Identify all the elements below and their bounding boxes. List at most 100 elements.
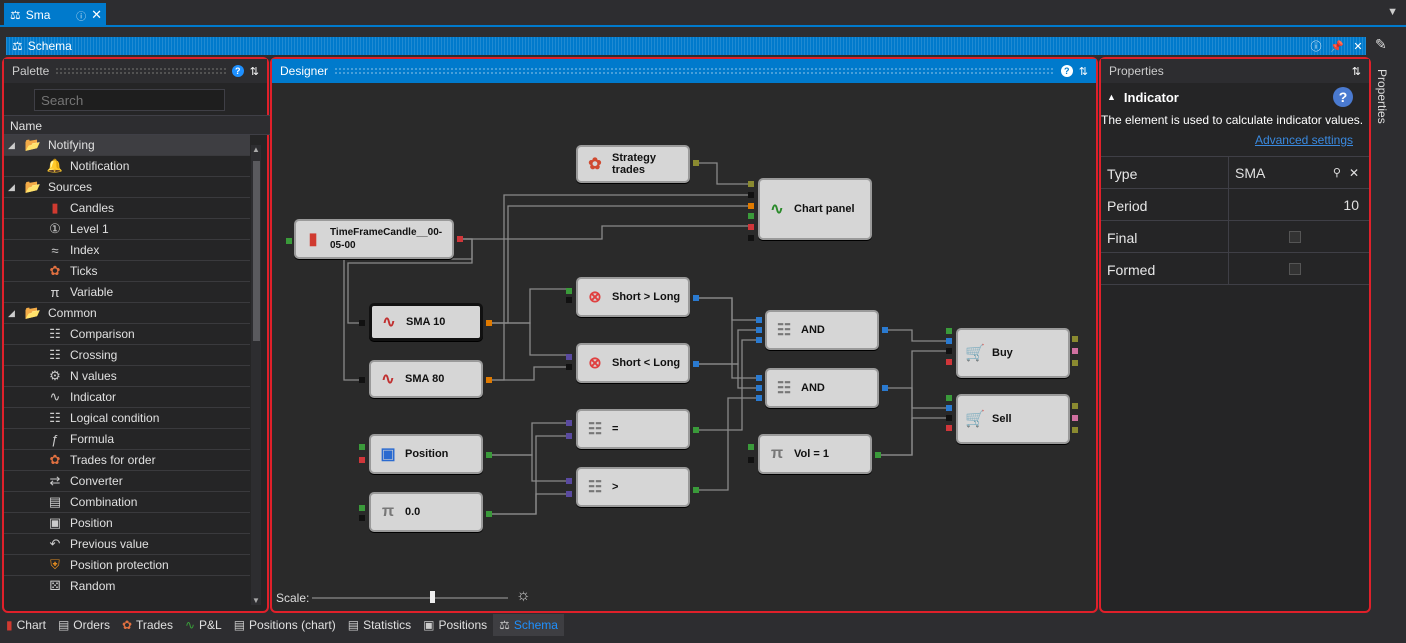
property-row-period[interactable]: Period 10 xyxy=(1101,189,1369,221)
node-port[interactable] xyxy=(756,317,762,323)
bottom-tab[interactable]: ▮ Chart xyxy=(0,614,52,636)
node-port[interactable] xyxy=(946,328,952,334)
expand-triangle-icon[interactable]: ◢ xyxy=(8,182,20,193)
node-port[interactable] xyxy=(566,354,572,360)
advanced-settings-link[interactable]: Advanced settings xyxy=(1101,127,1369,147)
palette-item[interactable]: ☷ Logical condition xyxy=(4,408,250,429)
palette-item[interactable]: ▤ Combination xyxy=(4,492,250,513)
type-value[interactable]: SMA xyxy=(1235,165,1265,181)
node-port[interactable] xyxy=(756,385,762,391)
node-port[interactable] xyxy=(1072,403,1078,409)
property-row-final[interactable]: Final xyxy=(1101,221,1369,253)
node-port[interactable] xyxy=(566,420,572,426)
indicator-section[interactable]: ▲ Indicator ? xyxy=(1101,83,1369,111)
node-port[interactable] xyxy=(359,457,365,463)
node-sma80[interactable]: ∿ SMA 80 xyxy=(369,360,483,398)
node-port[interactable] xyxy=(946,359,952,365)
node-chart-panel[interactable]: ∿ Chart panel xyxy=(758,178,872,240)
node-port[interactable] xyxy=(946,405,952,411)
close-icon[interactable]: ✕ xyxy=(1350,40,1366,53)
help-icon[interactable]: ⓘ xyxy=(76,8,86,23)
node-port[interactable] xyxy=(946,395,952,401)
node-port[interactable] xyxy=(748,203,754,209)
node-vol[interactable]: π Vol = 1 xyxy=(758,434,872,474)
scroll-down-icon[interactable]: ▼ xyxy=(252,596,260,605)
help-icon[interactable]: ⓘ xyxy=(1308,38,1324,54)
node-port[interactable] xyxy=(756,337,762,343)
help-icon[interactable]: ? xyxy=(1060,65,1073,77)
node-short-lt-long[interactable]: ⊗ Short < Long xyxy=(576,343,690,383)
pin-icon[interactable]: ⇅ xyxy=(1352,65,1361,78)
palette-item[interactable]: ☷ Comparison xyxy=(4,324,250,345)
binoculars-icon[interactable]: ☼ xyxy=(516,587,531,605)
expand-triangle-icon[interactable]: ◢ xyxy=(8,140,20,151)
help-icon[interactable]: ? xyxy=(231,65,244,77)
node-port[interactable] xyxy=(1072,427,1078,433)
palette-item[interactable]: ① Level 1 xyxy=(4,219,250,240)
palette-scrollbar[interactable]: ▲ ▼ xyxy=(251,145,261,605)
node-port[interactable] xyxy=(486,377,492,383)
property-row-formed[interactable]: Formed xyxy=(1101,253,1369,285)
scrollbar-thumb[interactable] xyxy=(253,161,260,341)
palette-item[interactable]: π Variable xyxy=(4,282,250,303)
node-short-gt-long[interactable]: ⊗ Short > Long xyxy=(576,277,690,317)
scroll-up-icon[interactable]: ▲ xyxy=(252,145,260,154)
node-port[interactable] xyxy=(693,160,699,166)
node-port[interactable] xyxy=(566,288,572,294)
node-and2[interactable]: ☷ AND xyxy=(765,368,879,408)
node-port[interactable] xyxy=(359,505,365,511)
node-port[interactable] xyxy=(946,348,952,354)
node-position[interactable]: ▣ Position xyxy=(369,434,483,474)
node-port[interactable] xyxy=(693,427,699,433)
node-port[interactable] xyxy=(486,320,492,326)
node-zero[interactable]: π 0.0 xyxy=(369,492,483,532)
palette-group[interactable]: ◢ 📂 Sources xyxy=(4,177,250,198)
node-port[interactable] xyxy=(875,452,881,458)
node-port[interactable] xyxy=(359,515,365,521)
node-port[interactable] xyxy=(359,377,365,383)
property-row-type[interactable]: Type SMA ⚲ ✕ xyxy=(1101,157,1369,189)
node-port[interactable] xyxy=(946,338,952,344)
node-port[interactable] xyxy=(748,235,754,241)
close-icon[interactable]: ✕ xyxy=(91,7,106,23)
node-port[interactable] xyxy=(1072,348,1078,354)
node-buy[interactable]: 🛒 Buy xyxy=(956,328,1070,378)
node-port[interactable] xyxy=(693,361,699,367)
formed-checkbox[interactable] xyxy=(1289,262,1301,275)
palette-item[interactable]: 🔔 Notification xyxy=(4,156,250,177)
chevron-down-icon[interactable]: ▼ xyxy=(1387,6,1398,18)
node-port[interactable] xyxy=(882,327,888,333)
search-input[interactable] xyxy=(34,89,225,111)
node-port[interactable] xyxy=(566,364,572,370)
node-port[interactable] xyxy=(693,295,699,301)
pin-icon[interactable]: ⇅ xyxy=(1079,65,1088,78)
collapse-triangle-icon[interactable]: ▲ xyxy=(1107,92,1116,102)
palette-item[interactable]: ▮ Candles xyxy=(4,198,250,219)
palette-item[interactable]: ▣ Position xyxy=(4,513,250,534)
palette-item[interactable]: ☷ Crossing xyxy=(4,345,250,366)
period-value[interactable]: 10 xyxy=(1343,197,1359,213)
node-sell[interactable]: 🛒 Sell xyxy=(956,394,1070,444)
scale-slider[interactable] xyxy=(312,597,508,599)
expand-triangle-icon[interactable]: ◢ xyxy=(8,308,20,319)
node-sma10[interactable]: ∿ SMA 10 xyxy=(369,303,483,341)
node-port[interactable] xyxy=(756,327,762,333)
palette-item[interactable]: ✿ Trades for order xyxy=(4,450,250,471)
palette-item[interactable]: ⚙ N values xyxy=(4,366,250,387)
node-port[interactable] xyxy=(1072,336,1078,342)
bottom-tab[interactable]: ∿ P&L xyxy=(179,614,228,636)
name-column-header[interactable]: Name xyxy=(4,115,270,135)
node-port[interactable] xyxy=(756,375,762,381)
bottom-tab[interactable]: ▤ Statistics xyxy=(342,614,417,636)
pin-icon[interactable]: 📌 xyxy=(1329,40,1345,53)
node-port[interactable] xyxy=(756,395,762,401)
palette-group[interactable]: ◢ 📂 Notifying xyxy=(4,135,250,156)
palette-item[interactable]: ⇄ Converter xyxy=(4,471,250,492)
node-port[interactable] xyxy=(946,425,952,431)
pin-icon[interactable]: ⇅ xyxy=(250,65,259,78)
node-port[interactable] xyxy=(1072,415,1078,421)
palette-item[interactable]: ≈ Index xyxy=(4,240,250,261)
palette-item[interactable]: ⚄ Random xyxy=(4,576,250,593)
bottom-tab[interactable]: ▣ Positions xyxy=(417,614,493,636)
designer-canvas[interactable]: ✿ Strategy trades ∿ Chart panel ▮ TimeFrameCa… xyxy=(272,83,1096,611)
